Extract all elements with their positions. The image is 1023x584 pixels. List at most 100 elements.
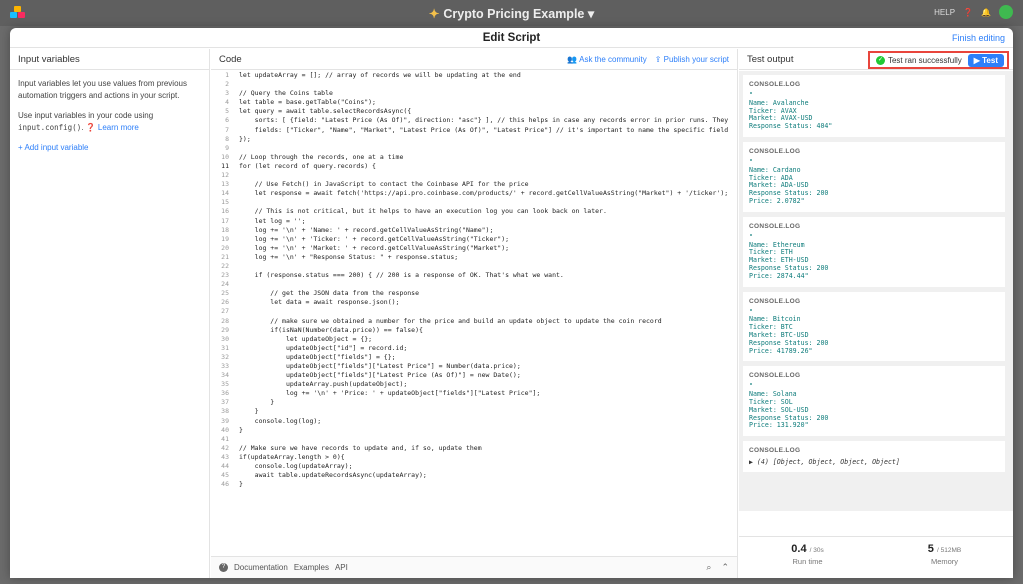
documentation-link[interactable]: Documentation [234,563,288,572]
code-line[interactable]: 12 [211,171,737,180]
code-editor[interactable]: 1 let updateArray = []; // array of recor… [211,71,737,553]
code-line[interactable]: 5 let query = await table.selectRecordsAs… [211,107,737,116]
console-log-entry: CONSOLE.LOG ▶ (4) [Object, Object, Object… [743,441,1005,473]
code-line[interactable]: 42 // Make sure we have records to update… [211,444,737,453]
test-button[interactable]: ▶ Test [967,53,1004,67]
code-line[interactable]: 28 // make sure we obtained a number for… [211,317,737,326]
line-number: 20 [221,243,229,252]
code-text: let log = ''; [239,216,306,225]
code-line[interactable]: 19 log += '\n' + 'Ticker: ' + record.get… [211,235,737,244]
line-number: 10 [221,152,229,161]
code-line[interactable]: 40} [211,426,737,435]
line-number: 3 [225,89,229,98]
code-line[interactable]: 46} [211,480,737,489]
console-log-label: CONSOLE.LOG [749,372,801,380]
console-log-entry: CONSOLE.LOG " Name: Avalanche Ticker: AVA… [743,75,1005,137]
code-line[interactable]: 45 await table.updateRecordsAsync(update… [211,471,737,480]
code-line[interactable]: 33 updateObject["fields"]["Latest Price"… [211,362,737,371]
code-line[interactable]: 20 log += '\n' + 'Market: ' + record.get… [211,244,737,253]
code-line[interactable]: 9 [211,144,737,153]
code-line[interactable]: 31 updateObject["id"] = record.id; [211,344,737,353]
line-number: 34 [221,371,229,380]
console-log-entry: CONSOLE.LOG " Name: Ethereum Ticker: ETH … [743,216,1005,287]
code-line[interactable]: 39 console.log(log); [211,417,737,426]
add-input-variable-button[interactable]: + Add input variable [18,142,201,154]
code-text: await table.updateRecordsAsync(updateArr… [239,471,427,480]
code-line[interactable]: 3 // Query the Coins table [211,89,737,98]
code-text: } [239,480,243,489]
line-number: 39 [221,416,229,425]
line-number: 12 [221,171,229,180]
code-line[interactable]: 7 fields: ["Ticker", "Name", "Market", "… [211,126,737,135]
base-title[interactable]: ✦ Crypto Pricing Example ▾ [0,6,1023,21]
code-line[interactable]: 25 // get the JSON data from the respons… [211,289,737,298]
avatar[interactable] [999,5,1013,19]
code-line[interactable]: 13 // Use Fetch() in JavaScript to conta… [211,180,737,189]
chevron-up-icon[interactable]: ⌃ [721,562,729,573]
finish-editing-link[interactable]: Finish editing [952,33,1005,43]
line-number: 40 [221,425,229,434]
publish-script-link[interactable]: ⇪ Publish your script [655,55,729,64]
code-text: let query = await table.selectRecordsAsy… [239,107,412,116]
code-line[interactable]: 24 [211,280,737,289]
code-line[interactable]: 21 log += '\n' + "Response Status: " + r… [211,253,737,262]
code-line[interactable]: 30 let updateObject = {}; [211,335,737,344]
code-line[interactable]: 22 [211,262,737,271]
code-line[interactable]: 2 [211,80,737,89]
code-line[interactable]: 11 for (let record of query.records) { [211,162,737,171]
code-line[interactable]: 17 let log = ''; [211,217,737,226]
bell-icon[interactable]: 🔔 [981,8,991,17]
code-text: } [239,425,243,434]
ask-community-link[interactable]: 👥 Ask the community [567,55,646,64]
code-line[interactable]: 10 // Loop through the records, one at a … [211,153,737,162]
console-log-entry: CONSOLE.LOG " Name: Bitcoin Ticker: BTC M… [743,291,1005,362]
code-text: for (let record of query.records) { [239,161,376,170]
code-line[interactable]: 8}); [211,135,737,144]
api-link[interactable]: API [335,563,348,572]
code-text: updateObject["fields"]["Latest Price"] =… [239,362,521,370]
code-line[interactable]: 41 [211,435,737,444]
code-line[interactable]: 43 if(updateArray.length > 0){ [211,453,737,462]
line-number: 33 [221,362,229,370]
code-line[interactable]: 26 let data = await response.json(); [211,298,737,307]
line-number: 46 [221,480,229,489]
code-line[interactable]: 16 // This is not critical, but it helps… [211,207,737,216]
learn-more-link[interactable]: ❓ Learn more [86,123,139,132]
line-number: 7 [225,125,229,134]
code-line[interactable]: 29 if(isNaN(Number(data.price)) == false… [211,326,737,335]
help-link[interactable]: HELP [934,8,955,17]
code-line[interactable]: 36 log += '\n' + 'Price: ' + updateObjec… [211,389,737,398]
console-log-text[interactable]: ▶ (4) [Object, Object, Object, Object] [749,458,999,466]
code-line[interactable]: 27 [211,307,737,316]
code-line[interactable]: 6 sorts: [ {field: "Latest Price (As Of)… [211,116,737,125]
console-log-entry: CONSOLE.LOG " Name: Solana Ticker: SOL Ma… [743,366,1005,437]
line-number: 16 [221,207,229,216]
code-line[interactable]: 38 } [211,407,737,416]
search-icon[interactable]: ⌕ [706,562,711,573]
help-icon[interactable]: ❓ [963,8,973,17]
code-text: }); [239,134,251,143]
code-line[interactable]: 37 } [211,398,737,407]
line-number: 8 [225,134,229,143]
line-number: 9 [225,143,229,152]
code-line[interactable]: 35 updateArray.push(updateObject); [211,380,737,389]
help-icon[interactable]: ? [219,563,228,572]
line-number: 21 [221,252,229,261]
code-line[interactable]: 15 [211,198,737,207]
examples-link[interactable]: Examples [294,563,329,572]
code-text: updateObject["fields"]["Latest Price (As… [239,371,521,380]
code-line[interactable]: 34 updateObject["fields"]["Latest Price … [211,371,737,380]
code-line[interactable]: 18 log += '\n' + 'Name: ' + record.getCe… [211,226,737,235]
line-number: 28 [221,316,229,325]
test-output-panel: Test output ✓ Test ran successfully ▶ Te… [739,49,1013,578]
code-line[interactable]: 23 if (response.status === 200) { // 200… [211,271,737,280]
code-line[interactable]: 14 let response = await fetch('https://a… [211,189,737,198]
code-line[interactable]: 44 console.log(updateArray); [211,462,737,471]
code-line[interactable]: 32 updateObject["fields"] = {}; [211,353,737,362]
code-line[interactable]: 1 let updateArray = []; // array of recor… [211,71,737,80]
line-number: 4 [225,98,229,107]
code-line[interactable]: 4 let table = base.getTable("Coins"); [211,98,737,107]
line-number: 18 [221,225,229,234]
console-log-label: CONSOLE.LOG [749,297,801,305]
